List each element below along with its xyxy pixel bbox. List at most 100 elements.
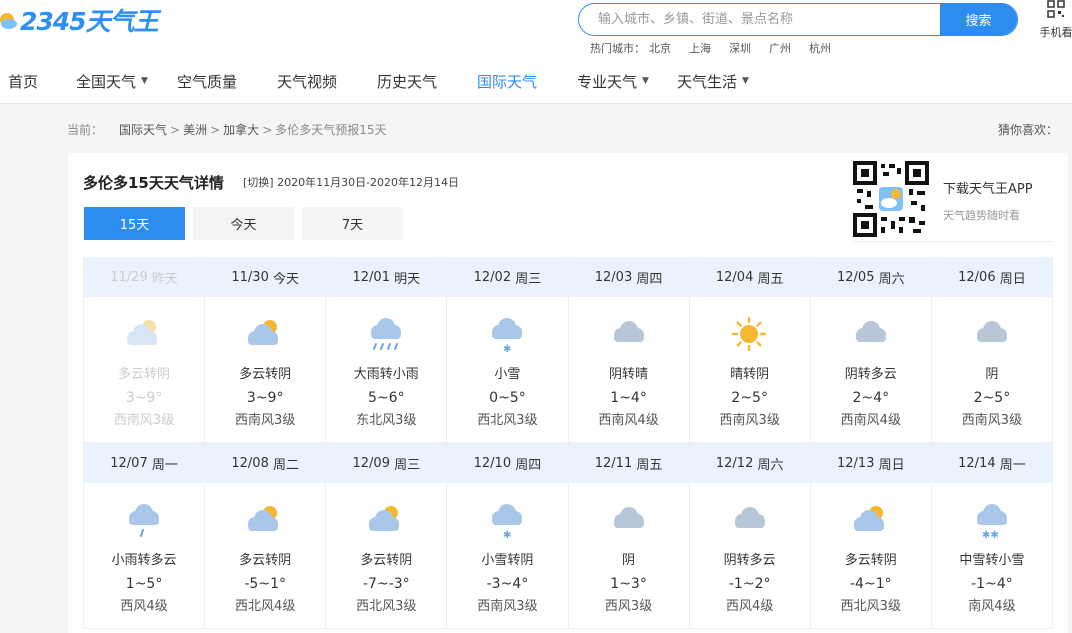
- tab-7-days[interactable]: 7天: [302, 207, 403, 240]
- forecast-day-date: 12/06 周日: [932, 257, 1052, 297]
- forecast-day-date: 12/04 周五: [690, 257, 810, 297]
- forecast-day-temp: -4~1°: [811, 572, 931, 596]
- nav-weather-life[interactable]: 天气生活▼: [677, 68, 749, 94]
- forecast-day-wind: 西南风4级: [569, 410, 689, 432]
- nav-label: 天气生活: [677, 71, 737, 92]
- forecast-day-desc: 中雪转小雪: [932, 549, 1052, 572]
- breadcrumb: 当前： 国际天气> 美洲> 加拿大> 多伦多天气预报15天: [67, 121, 387, 138]
- nav-label: 专业天气: [577, 71, 637, 92]
- nav-international-weather[interactable]: 国际天气: [477, 68, 537, 94]
- forecast-day-desc: 阴: [569, 549, 689, 572]
- forecast-day-desc: 阴转晴: [569, 363, 689, 386]
- moderate-snow-icon: ✱✱: [932, 483, 1052, 549]
- breadcrumb-separator: >: [262, 123, 272, 137]
- hot-city-link[interactable]: 杭州: [809, 40, 831, 56]
- tab-today[interactable]: 今天: [193, 207, 294, 240]
- mobile-view[interactable]: 手机看: [1036, 0, 1072, 40]
- site-logo[interactable]: 2345天气王: [0, 4, 158, 36]
- nav-pro-weather[interactable]: 专业天气▼: [577, 68, 649, 94]
- breadcrumb-link[interactable]: 加拿大: [223, 121, 259, 138]
- svg-text:✱: ✱: [503, 530, 511, 540]
- overcast-icon: [932, 297, 1052, 363]
- forecast-day-temp: 3~9°: [205, 386, 325, 410]
- forecast-day-desc: 阴转多云: [811, 363, 931, 386]
- tab-15-days[interactable]: 15天: [84, 207, 185, 240]
- nav-label: 天气视频: [277, 71, 337, 92]
- forecast-day[interactable]: 12/09 周三多云转阴-7~-3°西北风3级: [326, 443, 447, 629]
- switch-city-link[interactable]: [切换]: [243, 176, 274, 189]
- hot-city-link[interactable]: 广州: [769, 40, 791, 56]
- forecast-day-wind: 西风4级: [84, 596, 204, 618]
- light-snow-icon: ✱: [447, 297, 567, 363]
- partly-cloudy-icon: [811, 483, 931, 549]
- forecast-day-wind: 西南风3级: [447, 596, 567, 618]
- forecast-day-temp: -1~2°: [690, 572, 810, 596]
- forecast-day-desc: 多云转阴: [205, 549, 325, 572]
- forecast-day-temp: -1~4°: [932, 572, 1052, 596]
- forecast-day[interactable]: 12/08 周二多云转阴-5~1°西北风4级: [205, 443, 326, 629]
- forecast-day-temp: 0~5°: [447, 386, 567, 410]
- forecast-day[interactable]: 12/13 周日多云转阴-4~1°西北风3级: [811, 443, 932, 629]
- forecast-day[interactable]: 12/12 周六阴转多云-1~2°西风4级: [690, 443, 811, 629]
- caret-down-icon: ▼: [141, 76, 148, 86]
- forecast-day-temp: 2~5°: [932, 386, 1052, 410]
- forecast-day-temp: 1~5°: [84, 572, 204, 596]
- forecast-day-temp: 3~9°: [84, 386, 204, 410]
- forecast-day-wind: 西南风3级: [84, 410, 204, 432]
- forecast-day-wind: 南风4级: [932, 596, 1052, 618]
- forecast-day-desc: 多云转阴: [811, 549, 931, 572]
- forecast-day-desc: 多云转阴: [205, 363, 325, 386]
- hot-city-link[interactable]: 北京: [649, 40, 671, 56]
- forecast-day-wind: 西南风3级: [205, 410, 325, 432]
- nav-weather-video[interactable]: 天气视频: [277, 68, 337, 94]
- nav-air-quality[interactable]: 空气质量: [177, 68, 237, 94]
- forecast-day-wind: 西北风3级: [447, 410, 567, 432]
- logo-sun-icon: [0, 9, 18, 31]
- qr-code-icon: [1047, 0, 1065, 18]
- hot-cities: 热门城市： 北京 上海 深圳 广州 杭州: [590, 40, 849, 56]
- forecast-day-date: 12/07 周一: [84, 443, 204, 483]
- app-download[interactable]: 下载天气王APP 天气趋势随时看: [853, 161, 1053, 241]
- hot-cities-label: 热门城市：: [590, 40, 645, 56]
- breadcrumb-link[interactable]: 美洲: [183, 121, 207, 138]
- forecast-day-wind: 西北风3级: [811, 596, 931, 618]
- forecast-day-date: 12/13 周日: [811, 443, 931, 483]
- app-qr-code: [853, 161, 929, 237]
- search-input[interactable]: [579, 4, 940, 35]
- forecast-day[interactable]: 11/30 今天多云转阴3~9°西南风3级: [205, 257, 326, 443]
- forecast-day[interactable]: 12/11 周五阴1~3°西风3级: [569, 443, 690, 629]
- partly-cloudy-icon: [205, 483, 325, 549]
- svg-text:✱: ✱: [503, 344, 511, 354]
- forecast-day[interactable]: 12/07 周一小雨转多云1~5°西风4级: [84, 443, 205, 629]
- forecast-day-date: 12/14 周一: [932, 443, 1052, 483]
- forecast-day[interactable]: 12/04 周五晴转阴2~5°西南风3级: [690, 257, 811, 443]
- forecast-day[interactable]: 12/06 周日阴2~5°西南风3级: [932, 257, 1053, 443]
- forecast-day[interactable]: 12/01 明天大雨转小雨5~6°东北风3级: [326, 257, 447, 443]
- forecast-day-desc: 小雪转阴: [447, 549, 567, 572]
- nav-home[interactable]: 首页: [8, 68, 38, 94]
- forecast-day-desc: 小雨转多云: [84, 549, 204, 572]
- nav-national-weather[interactable]: 全国天气▼: [76, 68, 148, 94]
- main-nav: 首页 全国天气▼ 空气质量 天气视频 历史天气 国际天气 专业天气▼ 天气生活▼: [0, 68, 749, 94]
- nav-label: 历史天气: [377, 71, 437, 92]
- nav-history-weather[interactable]: 历史天气: [377, 68, 437, 94]
- light-rain-icon: [84, 483, 204, 549]
- forecast-day[interactable]: 11/29 昨天多云转阴3~9°西南风3级: [84, 257, 205, 443]
- breadcrumb-link[interactable]: 国际天气: [119, 121, 167, 138]
- search-button[interactable]: 搜索: [940, 4, 1017, 35]
- forecast-day[interactable]: 12/05 周六阴转多云2~4°西南风4级: [811, 257, 932, 443]
- breadcrumb-separator: >: [210, 123, 220, 137]
- hot-city-link[interactable]: 深圳: [729, 40, 751, 56]
- hot-city-link[interactable]: 上海: [689, 40, 711, 56]
- forecast-day-date: 12/02 周三: [447, 257, 567, 297]
- forecast-day[interactable]: 12/03 周四阴转晴1~4°西南风4级: [569, 257, 690, 443]
- forecast-day[interactable]: 12/10 周四✱小雪转阴-3~4°西南风3级: [447, 443, 568, 629]
- forecast-day-date: 12/05 周六: [811, 257, 931, 297]
- forecast-day-temp: 2~5°: [690, 386, 810, 410]
- forecast-day-desc: 小雪: [447, 363, 567, 386]
- forecast-day[interactable]: 12/14 周一✱✱中雪转小雪-1~4°南风4级: [932, 443, 1053, 629]
- forecast-day[interactable]: 12/02 周三 ✱ 小雪0~5°西北风3级: [447, 257, 568, 443]
- app-download-sub: 天气趋势随时看: [943, 207, 1020, 223]
- logo-text: 2345天气王: [20, 2, 158, 38]
- search-box: 搜索: [578, 3, 1018, 36]
